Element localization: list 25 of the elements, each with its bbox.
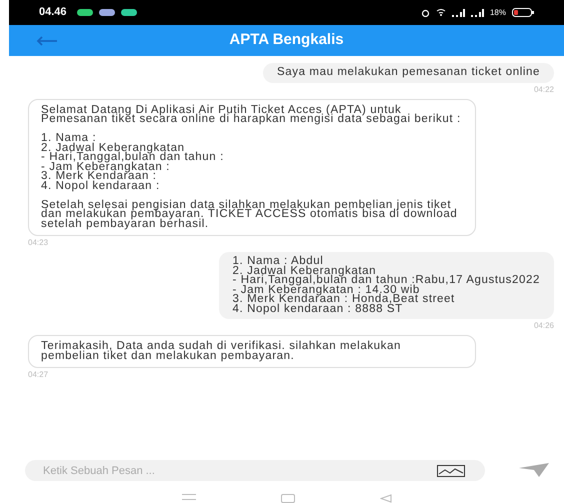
message-bubble: Selamat Datang Di Aplikasi Air Putih Ticket Acces (APTA) untuk Pemesanan tiket secara online di harapkan mengisi data sebagai berikut : 1. Nama : 2. Jadwal Keberangkatan - Hari,Tanggal,bulan dan tahun : - Jam Keberangkatan : 3. Merk Kendaraan : 4. Nopol kendaraan : Setelah selesai pengisian data silahkan melakukan pembelian jenis tiket dan melakukan pembayaran. TICKET ACCESS otomatis bisa di download setelah pembayaran berhasil. xyxy=(28,98,476,236)
battery-percent: 18% xyxy=(490,6,506,18)
send-icon[interactable] xyxy=(519,463,549,477)
status-time: 04.46 xyxy=(39,5,67,20)
message-input[interactable]: Ketik Sebuah Pesan ... xyxy=(25,460,485,481)
notification-icon xyxy=(76,9,93,16)
home-icon[interactable] xyxy=(280,494,294,503)
back-arrow-icon[interactable] xyxy=(36,36,58,46)
message-bubble: 1. Nama : Abdul 2. Jadwal Keberangkatan - Hari,Tanggal,bulan dan tahun :Rabu,17 Agustus2022 - Jam Keberangkatan : 14.30 wib 3. Merk Kendaraan : Honda,Beat street 4. Nopol kendaraan : 8888 ST xyxy=(218,252,554,319)
signal-icon xyxy=(470,8,484,16)
notification-icon xyxy=(120,9,137,16)
battery-icon xyxy=(512,8,534,17)
app-title: APTA Bengkalis xyxy=(229,30,344,50)
signal-icon xyxy=(452,8,465,16)
notification-icon xyxy=(98,9,115,16)
message-time: 04:26 xyxy=(534,320,554,332)
menu-icon[interactable] xyxy=(182,494,196,500)
wifi-icon xyxy=(436,9,446,16)
message-time: 04:23 xyxy=(28,237,48,249)
image-icon[interactable] xyxy=(437,465,465,477)
message-time: 04:22 xyxy=(534,84,554,96)
message-time: 04:27 xyxy=(28,369,48,381)
message-bubble: Saya mau melakukan pemesanan ticket online xyxy=(262,63,554,82)
message-bubble: Terimakasih, Data anda sudah di verifikasi. silahkan melakukan pembelian tiket dan melakukan pembayaran. xyxy=(28,335,476,368)
back-icon[interactable] xyxy=(380,494,392,503)
